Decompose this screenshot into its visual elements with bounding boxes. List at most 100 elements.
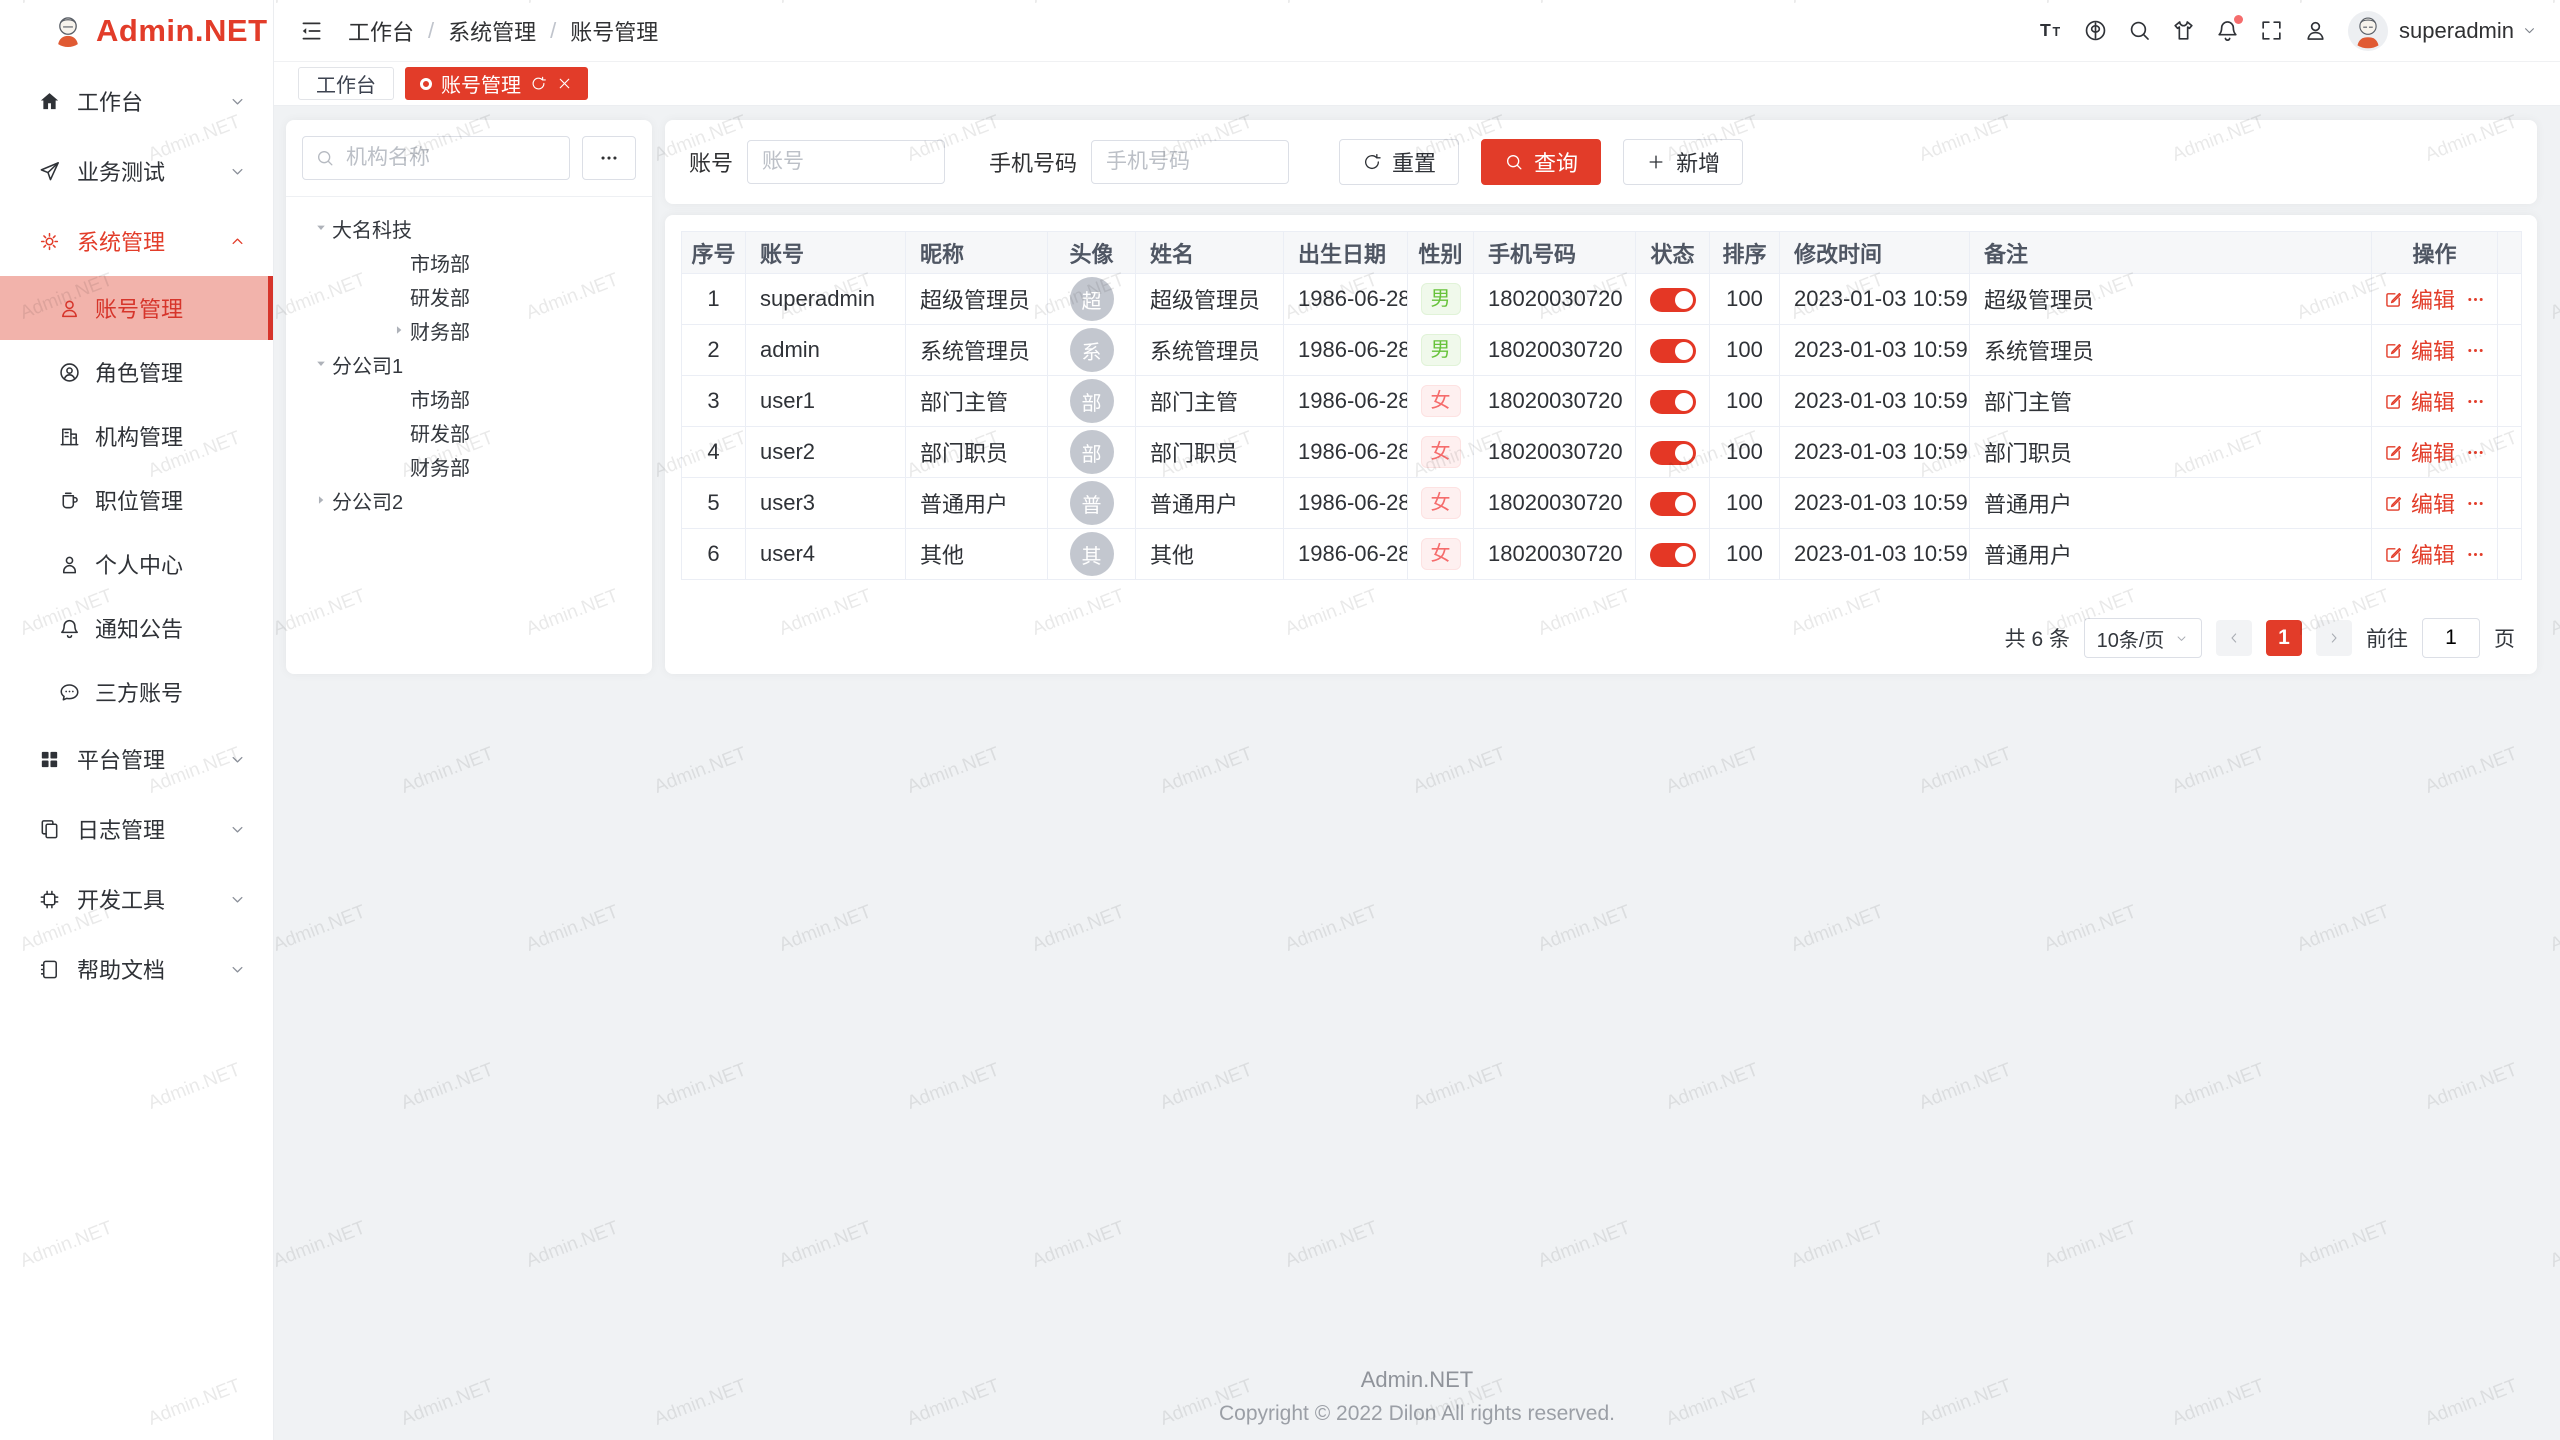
ellipsis-icon[interactable] <box>2465 442 2486 463</box>
tree-caret[interactable] <box>388 319 410 341</box>
cell-phone: 18020030720 <box>1474 376 1636 427</box>
breadcrumb-item-0[interactable]: 工作台 <box>348 15 414 47</box>
profile-button[interactable] <box>2293 7 2337 55</box>
edit-icon[interactable] <box>2383 391 2404 412</box>
query-button[interactable]: 查询 <box>1481 139 1601 185</box>
row-more-button[interactable] <box>2465 493 2486 514</box>
search-button[interactable] <box>2117 7 2161 55</box>
edit-icon[interactable] <box>2383 493 2404 514</box>
edit-button[interactable]: 编辑 <box>2383 385 2455 417</box>
font-size-button[interactable]: TT <box>2029 7 2073 55</box>
user-menu-chevron[interactable] <box>2514 22 2538 39</box>
tree-node-7[interactable]: 财务部 <box>304 449 644 483</box>
org-search-input[interactable] <box>344 145 557 171</box>
refresh-icon[interactable] <box>530 75 547 92</box>
tree-node-1[interactable]: 市场部 <box>304 245 644 279</box>
tree-caret[interactable] <box>310 353 332 375</box>
phone-input[interactable] <box>1091 140 1289 184</box>
prev-page-button[interactable] <box>2216 620 2252 656</box>
ellipsis-icon[interactable] <box>2465 544 2486 565</box>
tree-node-0[interactable]: 大名科技 <box>304 211 644 245</box>
sidebar-item-org-mgmt[interactable]: 机构管理 <box>0 404 273 468</box>
tree-node-4[interactable]: 分公司1 <box>304 347 644 381</box>
page-size-select[interactable]: 10条/页 <box>2084 618 2202 658</box>
tree-node-6[interactable]: 研发部 <box>304 415 644 449</box>
tree-node-8[interactable]: 分公司2 <box>304 483 644 517</box>
arrow-right-icon[interactable] <box>2326 630 2342 646</box>
sidebar-item-workbench[interactable]: 工作台 <box>0 66 273 136</box>
tab-0[interactable]: 工作台 <box>298 67 394 100</box>
fold-icon[interactable] <box>298 18 324 44</box>
ellipsis-icon[interactable] <box>2465 391 2486 412</box>
edit-icon[interactable] <box>2383 340 2404 361</box>
cell-nickname: 部门主管 <box>906 376 1048 427</box>
edit-button[interactable]: 编辑 <box>2383 436 2455 468</box>
status-toggle[interactable] <box>1650 339 1696 363</box>
edit-button[interactable]: 编辑 <box>2383 334 2455 366</box>
goto-page-input[interactable] <box>2422 618 2480 658</box>
status-toggle[interactable] <box>1650 492 1696 516</box>
sidebar-item-platform-mgmt[interactable]: 平台管理 <box>0 724 273 794</box>
tree-caret[interactable] <box>310 217 332 239</box>
status-toggle[interactable] <box>1650 288 1696 312</box>
sidebar-item-account-mgmt[interactable]: 账号管理 <box>0 276 273 340</box>
row-more-button[interactable] <box>2465 340 2486 361</box>
ellipsis-icon[interactable] <box>2465 289 2486 310</box>
account-input[interactable] <box>747 140 945 184</box>
breadcrumb-item-2[interactable]: 账号管理 <box>570 15 658 47</box>
user-avatar[interactable] <box>2347 10 2389 52</box>
sidebar-item-personal-center[interactable]: 个人中心 <box>0 532 273 596</box>
edit-icon[interactable] <box>2383 442 2404 463</box>
row-more-button[interactable] <box>2465 442 2486 463</box>
sidebar-item-dev-tools[interactable]: 开发工具 <box>0 864 273 934</box>
breadcrumb-item-1[interactable]: 系统管理 <box>448 15 536 47</box>
collapse-menu-button[interactable] <box>298 16 328 46</box>
tree-node-5[interactable]: 市场部 <box>304 381 644 415</box>
ellipsis-icon[interactable] <box>2465 340 2486 361</box>
edit-icon[interactable] <box>2383 544 2404 565</box>
breadcrumb: 工作台/系统管理/账号管理 <box>348 15 658 47</box>
main-area: 工作台/系统管理/账号管理 TTsuperadmin 工作台账号管理 大名科技市… <box>274 0 2560 1440</box>
row-more-button[interactable] <box>2465 391 2486 412</box>
edit-button[interactable]: 编辑 <box>2383 487 2455 519</box>
username[interactable]: superadmin <box>2399 18 2514 44</box>
notification-button[interactable] <box>2205 7 2249 55</box>
edit-button[interactable]: 编辑 <box>2383 283 2455 315</box>
edit-icon[interactable] <box>2383 289 2404 310</box>
close-icon[interactable] <box>556 75 573 92</box>
arrow-left-icon[interactable] <box>2226 630 2242 646</box>
sidebar-item-business-test[interactable]: 业务测试 <box>0 136 273 206</box>
sidebar-item-system-mgmt[interactable]: 系统管理 <box>0 206 273 276</box>
edit-button[interactable]: 编辑 <box>2383 538 2455 570</box>
status-toggle[interactable] <box>1650 543 1696 567</box>
gender-badge: 男 <box>1421 334 1461 366</box>
org-more-button[interactable] <box>582 136 636 180</box>
sidebar-item-help-docs[interactable]: 帮助文档 <box>0 934 273 1004</box>
add-button[interactable]: 新增 <box>1623 139 1743 185</box>
sidebar-item-notice[interactable]: 通知公告 <box>0 596 273 660</box>
row-more-button[interactable] <box>2465 289 2486 310</box>
sidebar-item-position-mgmt[interactable]: 职位管理 <box>0 468 273 532</box>
fullscreen-button[interactable] <box>2249 7 2293 55</box>
tree-caret[interactable] <box>310 489 332 511</box>
sidebar-item-log-mgmt[interactable]: 日志管理 <box>0 794 273 864</box>
sidebar-item-role-mgmt[interactable]: 角色管理 <box>0 340 273 404</box>
tab-active-1[interactable]: 账号管理 <box>405 67 588 100</box>
status-toggle[interactable] <box>1650 441 1696 465</box>
ellipsis-icon[interactable] <box>598 147 620 169</box>
row-more-button[interactable] <box>2465 544 2486 565</box>
next-page-button[interactable] <box>2316 620 2352 656</box>
chevron-down-icon[interactable] <box>2521 22 2538 39</box>
ellipsis-icon[interactable] <box>2465 493 2486 514</box>
sidebar-item-third-account[interactable]: 三方账号 <box>0 660 273 724</box>
sidebar-item-label: 职位管理 <box>95 484 247 516</box>
language-button[interactable] <box>2073 7 2117 55</box>
theme-button[interactable] <box>2161 7 2205 55</box>
tree-node-2[interactable]: 研发部 <box>304 279 644 313</box>
tree-node-3[interactable]: 财务部 <box>304 313 644 347</box>
status-toggle[interactable] <box>1650 390 1696 414</box>
tree-caret <box>388 455 410 477</box>
page-1-button[interactable]: 1 <box>2266 620 2302 656</box>
org-search[interactable] <box>302 136 570 180</box>
reset-button[interactable]: 重置 <box>1339 139 1459 185</box>
